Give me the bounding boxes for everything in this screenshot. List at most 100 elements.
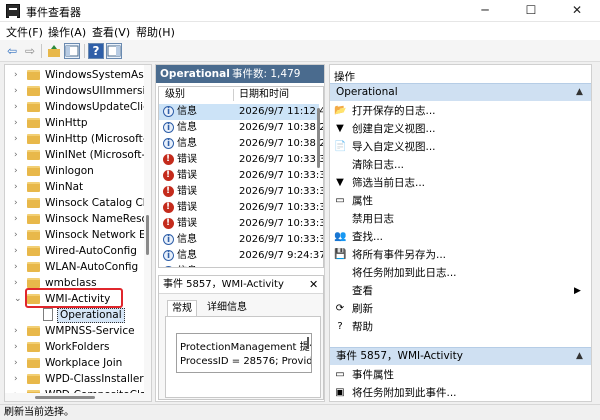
event-list[interactable]: 级别 日期和时间 信息 2026/9/7 11:12:47 信息 2026/9/7 1… (158, 86, 324, 268)
action-item[interactable]: 📄 导入自定义视图... (330, 138, 591, 156)
chevron-right-icon[interactable]: › (14, 115, 24, 131)
tree-item[interactable]: › WPD-ClassInstaller (5, 371, 144, 387)
event-row[interactable]: 错误 2026/9/7 10:33:34 (159, 199, 323, 216)
event-level: 错误 (177, 186, 197, 197)
tree-item[interactable]: › WindowsUIImmersive (5, 83, 144, 99)
tree-item[interactable]: › Winsock Catalog Change (5, 195, 144, 211)
tree-item[interactable]: › WLAN-AutoConfig (5, 259, 144, 275)
folder-icon (27, 246, 40, 256)
event-row[interactable]: 信息 2026/9/7 10:38:21 (159, 136, 323, 152)
menu-help[interactable]: 帮助(H) (136, 24, 175, 40)
back-icon[interactable]: ⇦ (4, 43, 20, 59)
tab-details[interactable]: 详细信息 (203, 300, 251, 316)
action-item[interactable]: ▭ 事件属性 (330, 366, 591, 384)
chevron-right-icon[interactable]: › (14, 163, 24, 179)
chevron-right-icon[interactable]: › (14, 83, 24, 99)
scrollbar-thumb[interactable] (317, 108, 320, 168)
event-row[interactable]: 错误 2026/9/7 10:33:34 (159, 215, 323, 232)
tree-item[interactable]: › WindowsUpdateClient (5, 99, 144, 115)
action-item[interactable]: ▼ 筛选当前日志... (330, 174, 591, 192)
event-row[interactable]: 信息 2026/9/7 9:24:37 (159, 248, 323, 264)
chevron-right-icon[interactable]: › (14, 259, 24, 275)
tree-horizontal-scrollbar[interactable] (5, 393, 144, 401)
show-hide-action-pane-icon[interactable] (106, 43, 122, 59)
column-header-level[interactable]: 级别 (165, 87, 185, 103)
tree-item[interactable]: › WorkFolders (5, 339, 144, 355)
tree-item[interactable]: › WindowsSystemAssessmentTool (5, 67, 144, 83)
action-item[interactable]: ▼ 创建自定义视图... (330, 120, 591, 138)
action-item[interactable]: ▣ 将任务附加到此事件... (330, 384, 591, 401)
show-hide-console-tree-icon[interactable] (64, 43, 80, 59)
menu-action[interactable]: 操作(A) (48, 24, 86, 40)
tree-item[interactable]: › Winsock Network Event (5, 227, 144, 243)
tree-item[interactable]: › Workplace Join (5, 355, 144, 371)
event-row[interactable]: 信息 2026/9/7 9:24:37 (159, 264, 323, 267)
chevron-right-icon[interactable]: › (14, 275, 24, 291)
column-separator[interactable] (233, 89, 234, 101)
event-description[interactable]: ProtectionManagement 提供 ProcessID = 2857… (176, 333, 312, 373)
collapse-icon[interactable]: ▲ (576, 84, 583, 101)
action-item[interactable]: ⟳ 刷新 (330, 300, 591, 318)
chevron-right-icon[interactable]: › (14, 147, 24, 163)
action-item[interactable]: 将任务附加到此日志... (330, 264, 591, 282)
action-item[interactable]: 清除日志... (330, 156, 591, 174)
event-list-scrollbar[interactable] (315, 104, 323, 266)
console-tree[interactable]: › WindowsSystemAssessmentTool › WindowsUIIm… (4, 64, 152, 402)
tree-item[interactable]: › Winlogon (5, 163, 144, 179)
scrollbar-thumb[interactable] (146, 215, 149, 255)
action-item[interactable]: 禁用日志 (330, 210, 591, 228)
chevron-right-icon[interactable]: › (14, 99, 24, 115)
tree-item[interactable]: › WMPNSS-Service (5, 323, 144, 339)
tree-item[interactable]: › WinINet (Microsoft-Windows-WinINet) (5, 147, 144, 163)
event-row[interactable]: 错误 2026/9/7 10:33:34 (159, 183, 323, 200)
chevron-right-icon[interactable]: › (14, 131, 24, 147)
event-row[interactable]: 错误 2026/9/7 10:33:34 (159, 167, 323, 184)
action-item[interactable]: 💾 将所有事件另存为... (330, 246, 591, 264)
chevron-right-icon[interactable]: › (14, 339, 24, 355)
tree-item[interactable]: › Wired-AutoConfig (5, 243, 144, 259)
tree-item[interactable]: › WinNat (5, 179, 144, 195)
chevron-right-icon[interactable]: › (14, 195, 24, 211)
tree-item[interactable]: › WinHttp (Microsoft-Windows-WinINet-Conf… (5, 131, 144, 147)
action-item[interactable]: ? 帮助 (330, 318, 591, 336)
detail-close-icon[interactable]: ✕ (309, 276, 318, 294)
event-row[interactable]: 信息 2026/9/7 10:38:21 (159, 120, 323, 136)
event-row[interactable]: 信息 2026/9/7 10:33:34 (159, 232, 323, 248)
action-item[interactable]: 查看 ▶ (330, 282, 591, 300)
tree-item-operational[interactable]: Operational (5, 307, 144, 323)
scrollbar-thumb[interactable] (35, 396, 95, 399)
chevron-right-icon[interactable]: › (14, 371, 24, 387)
tree-item[interactable]: › WinHttp (5, 115, 144, 131)
chevron-right-icon[interactable]: › (14, 211, 24, 227)
chevron-right-icon[interactable]: › (14, 67, 24, 83)
actions-section-event[interactable]: 事件 5857，WMI-Activity ▲ (330, 347, 591, 365)
chevron-right-icon[interactable]: › (14, 323, 24, 339)
close-button[interactable]: ✕ (554, 0, 600, 22)
action-item[interactable]: 📂 打开保存的日志... (330, 102, 591, 120)
chevron-right-icon[interactable]: › (14, 179, 24, 195)
tree-item[interactable]: › Winsock NameResolution (5, 211, 144, 227)
log-name: Operational (160, 68, 230, 80)
action-item[interactable]: ▭ 属性 (330, 192, 591, 210)
maximize-button[interactable]: ☐ (508, 0, 554, 22)
actions-section-log[interactable]: Operational ▲ (330, 83, 591, 101)
action-item[interactable]: 👥 查找... (330, 228, 591, 246)
tree-vertical-scrollbar[interactable] (144, 65, 151, 401)
chevron-down-icon[interactable]: ⌄ (14, 291, 24, 307)
chevron-right-icon[interactable]: › (14, 355, 24, 371)
event-row[interactable]: 错误 2026/9/7 10:33:34 (159, 151, 323, 168)
event-row[interactable]: 信息 2026/9/7 11:12:47 (159, 104, 323, 120)
forward-icon[interactable]: ⇨ (22, 43, 38, 59)
column-header-datetime[interactable]: 日期和时间 (239, 87, 289, 103)
menu-file[interactable]: 文件(F) (6, 24, 43, 40)
tab-general[interactable]: 常规 (167, 300, 197, 316)
help-icon[interactable]: ? (88, 43, 104, 59)
chevron-right-icon[interactable]: › (14, 227, 24, 243)
event-level: 信息 (177, 106, 197, 117)
menu-view[interactable]: 查看(V) (92, 24, 130, 40)
up-folder-icon[interactable] (46, 43, 62, 59)
minimize-button[interactable]: ─ (462, 0, 508, 22)
collapse-icon[interactable]: ▲ (576, 348, 583, 365)
folder-icon (27, 70, 40, 80)
chevron-right-icon[interactable]: › (14, 243, 24, 259)
